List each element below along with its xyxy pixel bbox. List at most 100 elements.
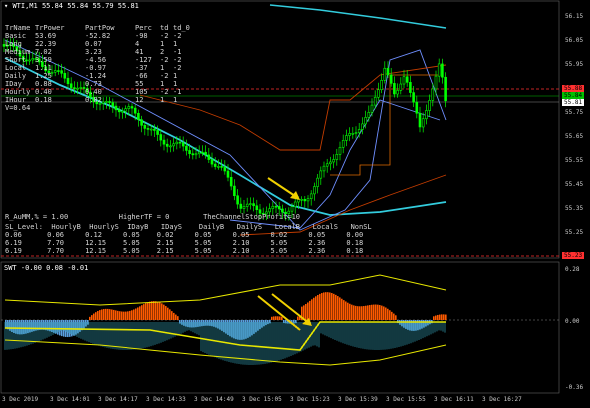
table-cell: -2 — [173, 64, 182, 72]
candle-body — [185, 145, 188, 151]
table-row: Medium 7.02 3.23 41 2 -1 — [5, 48, 205, 56]
candle-body — [201, 151, 204, 154]
price-tag: 55.81 — [562, 99, 585, 106]
stats-footer: V=0.64 — [5, 104, 31, 112]
candle-body — [175, 141, 179, 145]
sl-header: SL_Level: HourlyB HourlyS IDayB IDayS Da… — [5, 223, 372, 231]
candle-body — [188, 150, 191, 154]
table-row: Basic 53.69 -52.82 -98 -2 -2 — [5, 32, 205, 40]
candle-body — [191, 153, 195, 156]
candle-body — [367, 111, 371, 118]
oscillator-bar — [385, 307, 387, 320]
oscillator-bar — [143, 304, 145, 320]
candle-body — [412, 92, 415, 103]
oscillator-bar — [275, 316, 277, 320]
table-row: Hourly 0.40 0.40 105 -2 -1 — [5, 88, 205, 96]
oscillator-bar — [347, 302, 349, 320]
candle-body — [396, 90, 399, 95]
table-cell: IHour — [5, 96, 27, 104]
oscillator-bar — [331, 293, 333, 320]
table-cell: td — [160, 24, 169, 32]
candle-body — [431, 88, 435, 101]
candle-body — [137, 112, 140, 121]
candle-body — [226, 170, 230, 178]
oscillator-bar — [395, 315, 397, 320]
table-cell: PartPow — [85, 24, 115, 32]
oscillator-bar — [93, 313, 95, 320]
table-cell: -2 — [160, 56, 169, 64]
oscillator-bar — [353, 305, 355, 320]
table-cell: 53.69 — [35, 32, 57, 40]
price-tick: 56.05 — [565, 37, 584, 44]
oscillator-bar — [341, 298, 343, 320]
price-tag: 55.23 — [562, 252, 585, 259]
oscillator-bar — [149, 301, 151, 320]
price-tick: 55.65 — [565, 133, 584, 140]
oscillator-bar — [441, 314, 443, 320]
table-cell: -1.24 — [85, 72, 107, 80]
candle-body — [332, 159, 335, 163]
table-cell: -52.82 — [85, 32, 111, 40]
candle-body — [172, 143, 175, 147]
candle-body — [325, 163, 329, 167]
table-row: Daily 1.25 -1.24 -66 -2 1 — [5, 72, 205, 80]
table-cell: 1 — [173, 96, 178, 104]
table-cell: Short — [5, 56, 27, 64]
candle-body — [245, 203, 249, 207]
candle-body — [335, 154, 339, 160]
oscillator-band — [4, 339, 447, 366]
candle-body — [252, 203, 255, 207]
oscillator-bar — [371, 304, 373, 320]
candle-body — [377, 89, 380, 98]
table-cell: 0.73 — [85, 80, 102, 88]
candle-body — [415, 101, 419, 114]
time-tick: 3 Dec 15:23 — [290, 396, 330, 403]
oscillator-bar — [127, 311, 129, 320]
oscillator-bar — [435, 315, 437, 320]
candle-body — [329, 161, 332, 165]
oscillator-bar — [345, 301, 347, 320]
table-cell: -66 — [135, 72, 148, 80]
table-cell: Long — [5, 40, 22, 48]
oscillator-plot — [1, 274, 559, 366]
price-tick: 55.75 — [565, 109, 584, 116]
candle-body — [207, 154, 211, 160]
table-cell: 0.88 — [35, 80, 52, 88]
candle-body — [271, 205, 275, 209]
oscillator-bar — [365, 305, 367, 320]
table-cell: Perc — [135, 24, 152, 32]
oscillator-bar — [161, 303, 163, 320]
candle-body — [217, 166, 220, 168]
candle-body — [434, 75, 438, 90]
oscillator-bar — [323, 292, 325, 320]
oscillator-bar — [443, 314, 445, 320]
oscillator-bar — [383, 306, 385, 320]
price-tag: 55.84 — [562, 92, 585, 99]
oscillator-bar — [273, 316, 275, 320]
oscillator-bar — [313, 297, 315, 320]
oscillator-bar — [361, 306, 363, 320]
oscillator-bar — [393, 313, 395, 320]
candle-body — [181, 142, 185, 147]
candle-body — [405, 76, 409, 83]
table-cell: Local — [5, 64, 27, 72]
oscillator-bar — [165, 306, 167, 320]
oscillator-bar — [433, 316, 435, 320]
oscillator-bar — [111, 309, 113, 320]
sl-row: 0.06 0.06 0.12 0.05 0.02 0.05 0.05 0.02 … — [5, 231, 364, 239]
candle-body — [361, 123, 364, 130]
candle-body — [399, 83, 403, 91]
candle-body — [373, 96, 377, 106]
candle-body — [364, 117, 367, 125]
candle-body — [274, 205, 278, 208]
table-row: IDay 0.88 0.73 55 1 1 — [5, 80, 205, 88]
oscillator-bar — [167, 307, 169, 320]
table-cell: 2 — [160, 48, 165, 56]
table-cell: 3.59 — [35, 56, 52, 64]
candle-body — [351, 133, 355, 135]
table-cell: 1 — [173, 40, 178, 48]
oscillator-bar — [91, 315, 93, 320]
candle-body — [380, 80, 383, 91]
oscillator-tick: -0.36 — [565, 384, 584, 391]
oscillator-tick: 0.28 — [565, 266, 580, 273]
